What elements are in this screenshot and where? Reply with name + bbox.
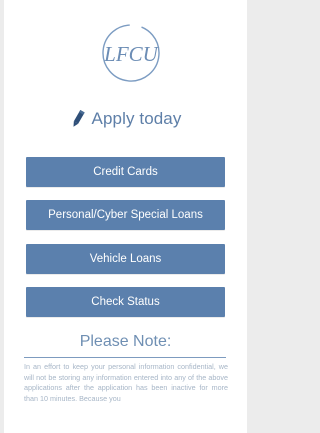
please-note-heading: Please Note:	[79, 333, 172, 350]
apply-today-heading: Apply today	[4, 106, 247, 132]
pencil-icon	[73, 109, 85, 127]
logo-text: LFCU	[103, 42, 160, 66]
lfcu-logo: LFCU	[102, 24, 160, 82]
personal-cyber-loans-button[interactable]: Personal/Cyber Special Loans	[26, 200, 225, 230]
note-body: In an effort to keep your personal infor…	[24, 362, 228, 403]
check-status-button[interactable]: Check Status	[26, 287, 225, 317]
apply-today-label: Apply today	[91, 109, 182, 128]
apply-panel: LFCU Apply today Credit Cards Personal/C…	[4, 0, 247, 433]
credit-cards-button[interactable]: Credit Cards	[26, 157, 225, 187]
note-divider	[24, 357, 226, 358]
vehicle-loans-button[interactable]: Vehicle Loans	[26, 244, 225, 274]
